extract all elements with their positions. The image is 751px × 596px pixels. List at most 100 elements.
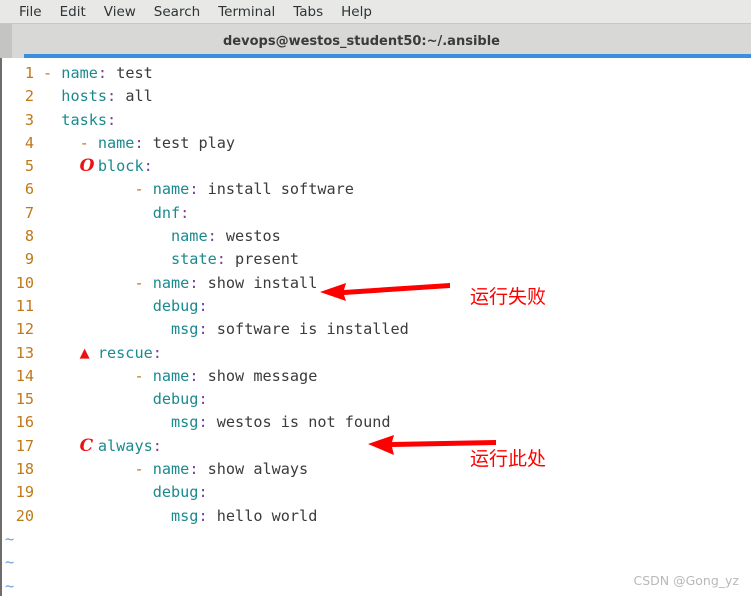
yaml-value: present bbox=[235, 250, 300, 269]
line-number: 8 bbox=[24, 227, 34, 246]
yaml-key: name bbox=[171, 227, 208, 246]
line-number: 1 bbox=[24, 64, 34, 82]
yaml-key: name bbox=[97, 133, 135, 152]
menu-item-view[interactable]: View bbox=[95, 1, 145, 23]
yaml-value: all bbox=[125, 87, 153, 106]
yaml-colon: : bbox=[207, 227, 217, 246]
yaml-key: debug bbox=[152, 296, 199, 315]
line-number: 19 bbox=[15, 483, 34, 502]
yaml-value: westos is not found bbox=[216, 413, 391, 432]
yaml-colon: : bbox=[189, 366, 199, 385]
menu-item-terminal[interactable]: Terminal bbox=[209, 1, 284, 23]
tab-strip: devops@westos_student50:~/.ansible bbox=[0, 24, 751, 58]
empty-line-marker: ~ bbox=[0, 551, 751, 574]
line-number: 4 bbox=[24, 133, 34, 152]
line-number: 18 bbox=[15, 460, 34, 479]
code-line: 19 debug: bbox=[0, 481, 751, 504]
yaml-key: debug bbox=[152, 390, 199, 409]
line-number: 20 bbox=[15, 506, 34, 525]
code-line: 5 block: O bbox=[0, 155, 751, 178]
tilde-glyph: ~ bbox=[5, 576, 15, 595]
menu-item-tabs[interactable]: Tabs bbox=[284, 1, 332, 23]
code-line: 4 - name: test play bbox=[0, 132, 751, 155]
tab-title: devops@westos_student50:~/.ansible bbox=[223, 33, 500, 49]
yaml-colon: : bbox=[189, 273, 199, 292]
yaml-key: msg bbox=[171, 413, 199, 432]
yaml-key: tasks bbox=[61, 110, 108, 129]
yaml-value: software is installed bbox=[216, 320, 409, 339]
yaml-colon: : bbox=[198, 296, 208, 315]
yaml-colon: : bbox=[198, 320, 208, 339]
yaml-dash: - bbox=[134, 273, 153, 292]
tilde-glyph: ~ bbox=[5, 529, 15, 548]
yaml-colon: : bbox=[198, 483, 208, 502]
line-number: 17 bbox=[15, 436, 34, 455]
yaml-key: rescue bbox=[97, 343, 153, 362]
tab-strip-gutter bbox=[0, 24, 12, 58]
yaml-key: debug bbox=[152, 483, 199, 502]
terminal-body[interactable]: 1- name: test 2 hosts: all 3 tasks: 4 - nam… bbox=[0, 58, 751, 596]
yaml-colon: : bbox=[198, 506, 208, 525]
vim-editor-buffer[interactable]: 1- name: test 2 hosts: all 3 tasks: 4 - nam… bbox=[0, 62, 751, 528]
yaml-colon: : bbox=[107, 110, 117, 129]
code-line: 18 - name: show always bbox=[0, 458, 751, 481]
watermark: CSDN @Gong_yz bbox=[633, 573, 739, 588]
line-number: 13 bbox=[15, 343, 34, 362]
line-number: 2 bbox=[24, 87, 34, 106]
line-number: 10 bbox=[15, 273, 34, 292]
code-line: 16 msg: westos is not found bbox=[0, 411, 751, 434]
line-number: 15 bbox=[15, 390, 34, 409]
yaml-colon: : bbox=[152, 436, 162, 455]
yaml-dash: - bbox=[43, 64, 62, 82]
line-number: 14 bbox=[15, 366, 34, 385]
tilde-glyph: ~ bbox=[5, 553, 15, 572]
code-line: 7 dnf: bbox=[0, 202, 751, 225]
code-line: 17 always: C bbox=[0, 435, 751, 458]
menu-item-search[interactable]: Search bbox=[145, 1, 209, 23]
yaml-key: state bbox=[171, 250, 217, 269]
line-number: 9 bbox=[24, 250, 34, 269]
line-number: 3 bbox=[24, 110, 34, 129]
yaml-colon: : bbox=[189, 180, 199, 199]
yaml-key: name bbox=[152, 273, 190, 292]
yaml-value: show message bbox=[207, 366, 318, 385]
yaml-value: westos bbox=[225, 227, 281, 246]
yaml-value: test bbox=[116, 64, 153, 82]
yaml-key: name bbox=[152, 180, 190, 199]
yaml-key: dnf bbox=[152, 203, 181, 222]
yaml-colon: : bbox=[97, 64, 108, 82]
menu-item-edit[interactable]: Edit bbox=[51, 1, 95, 23]
terminal-tab[interactable]: devops@westos_student50:~/.ansible bbox=[12, 24, 751, 58]
red-annotation-mark: ▲ bbox=[79, 345, 90, 361]
yaml-colon: : bbox=[198, 413, 208, 432]
yaml-dash: - bbox=[134, 366, 153, 385]
yaml-colon: : bbox=[180, 203, 190, 222]
empty-line-marker: ~ bbox=[0, 528, 751, 551]
menu-item-file[interactable]: File bbox=[10, 1, 51, 23]
yaml-key: msg bbox=[171, 320, 199, 339]
annotation-label-2: 运行此处 bbox=[470, 448, 547, 470]
red-annotation-mark: O bbox=[79, 156, 95, 177]
menu-item-help[interactable]: Help bbox=[332, 1, 381, 23]
code-line: 11 debug: bbox=[0, 295, 751, 318]
yaml-key: hosts bbox=[61, 87, 108, 106]
code-line: 2 hosts: all bbox=[0, 85, 751, 108]
code-line: 1- name: test bbox=[0, 62, 751, 85]
yaml-key: block bbox=[97, 157, 144, 176]
yaml-colon: : bbox=[152, 343, 162, 362]
code-line: 13 rescue: ▲ bbox=[0, 342, 751, 365]
yaml-key: name bbox=[152, 460, 190, 479]
code-line: 15 debug: bbox=[0, 388, 751, 411]
line-number: 16 bbox=[15, 413, 34, 432]
